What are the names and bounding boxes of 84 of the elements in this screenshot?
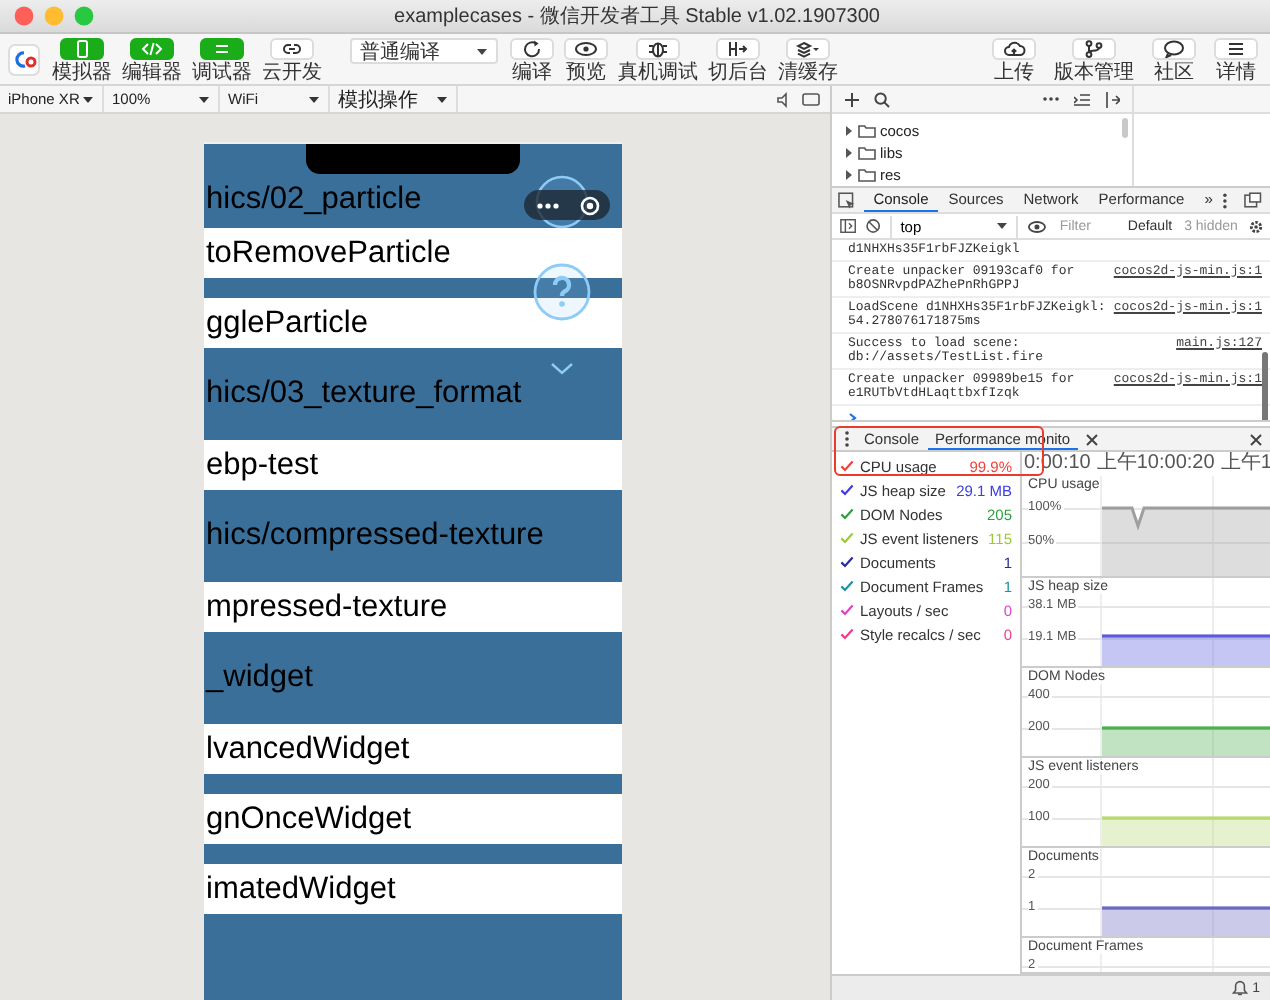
code-icon [140, 40, 164, 58]
device-select[interactable]: 模拟操作 [330, 86, 458, 112]
scrollbar [1122, 118, 1128, 138]
eye-icon[interactable] [1027, 219, 1046, 233]
bug-icon [646, 40, 670, 58]
check-icon[interactable] [840, 508, 854, 520]
eye-icon [574, 40, 598, 58]
chat-icon [1162, 40, 1186, 58]
section-header[interactable]: _widget [204, 636, 622, 720]
view-toggle-button[interactable]: 编辑器 [120, 38, 184, 84]
compile-mode-select[interactable]: 普通编译 [350, 38, 498, 64]
branch-icon [1082, 40, 1106, 58]
logo-icon [8, 44, 40, 76]
section-header[interactable]: hics/compressed-texture [204, 494, 622, 578]
toolbar-button[interactable]: 清缓存 [776, 38, 840, 84]
list-item[interactable]: gnOnceWidget [204, 794, 622, 844]
toolbar-button[interactable]: 编译 [508, 38, 556, 84]
switch-icon [726, 40, 750, 58]
link-icon [280, 40, 304, 58]
check-icon[interactable] [840, 556, 854, 568]
refresh-icon [520, 40, 544, 58]
layers-icon [796, 40, 820, 58]
toolbar-button[interactable]: 详情 [1212, 38, 1260, 84]
check-icon[interactable] [840, 532, 854, 544]
check-icon[interactable] [840, 484, 854, 496]
list-item[interactable]: lvancedWidget [204, 724, 622, 774]
view-toggle-button[interactable]: 调试器 [190, 38, 254, 84]
list-item[interactable]: ebp-test [204, 440, 622, 490]
plus-icon[interactable] [844, 91, 860, 107]
kebab-icon[interactable] [1222, 191, 1229, 209]
caret-icon [308, 95, 320, 103]
bell-icon[interactable] [1232, 980, 1249, 996]
inspect-icon[interactable] [838, 191, 856, 209]
clear-icon[interactable] [866, 218, 881, 234]
toolbar-button[interactable]: 真机调试 [616, 38, 700, 84]
help-icon[interactable] [532, 262, 592, 322]
check-icon[interactable] [840, 628, 854, 640]
more-icon[interactable] [536, 202, 560, 210]
search-icon[interactable] [874, 91, 890, 107]
caret-icon [476, 47, 488, 55]
sidebar-icon[interactable] [840, 218, 857, 234]
toolbar-button[interactable]: 版本管理 [1052, 38, 1136, 84]
time-label: 上午1 [1220, 452, 1270, 476]
caret-icon [82, 95, 94, 103]
cloud-upload-icon [1002, 40, 1026, 58]
chevron-down-icon[interactable] [550, 362, 574, 376]
list-item[interactable]: mpressed-texture [204, 582, 622, 632]
list-item[interactable]: ggleParticle [204, 298, 622, 348]
settings-icon[interactable] [1247, 217, 1264, 235]
speaker-icon[interactable] [776, 91, 792, 107]
collapsed-arrow-icon [844, 170, 854, 180]
list-icon [210, 40, 234, 58]
scrollbar [1262, 352, 1268, 420]
view-toggle-button[interactable]: 模拟器 [50, 38, 114, 84]
collapsed-arrow-icon [844, 126, 854, 136]
check-icon[interactable] [840, 580, 854, 592]
caret-icon [995, 222, 1008, 230]
collapsed-arrow-icon [844, 148, 854, 158]
view-toggle-button[interactable]: 云开发 [260, 38, 324, 84]
split-icon[interactable] [1104, 91, 1120, 107]
more-icon[interactable] [1042, 96, 1060, 102]
list-item[interactable]: imatedWidget [204, 864, 622, 914]
check-icon[interactable] [840, 604, 854, 616]
target-icon[interactable] [580, 196, 600, 216]
section-header[interactable]: hics/03_texture_format [204, 352, 622, 436]
check-icon[interactable] [840, 460, 854, 472]
window-title: examplecases - 微信开发者工具 Stable v1.02.1907300 [392, 3, 882, 30]
toolbar-button[interactable]: 社区 [1150, 38, 1198, 84]
prompt-icon [848, 411, 858, 420]
toolbar-button[interactable]: 切后台 [706, 38, 770, 84]
close-icon[interactable] [1250, 433, 1262, 445]
close-icon[interactable] [1086, 433, 1099, 445]
caret-icon [436, 95, 448, 103]
list-item[interactable]: toRemoveParticle [204, 228, 622, 278]
kebab-icon[interactable] [844, 430, 850, 448]
time-label: 上午10:00:20 [1096, 452, 1215, 476]
screen-icon[interactable] [802, 91, 820, 107]
capsule-menu [524, 190, 610, 220]
indent-icon[interactable] [1074, 91, 1090, 107]
dock-icon[interactable] [1244, 192, 1263, 208]
caret-icon [198, 95, 210, 103]
menu-icon [1224, 40, 1248, 58]
toolbar-button[interactable]: 预览 [562, 38, 610, 84]
toolbar-button[interactable]: 上传 [990, 38, 1038, 84]
